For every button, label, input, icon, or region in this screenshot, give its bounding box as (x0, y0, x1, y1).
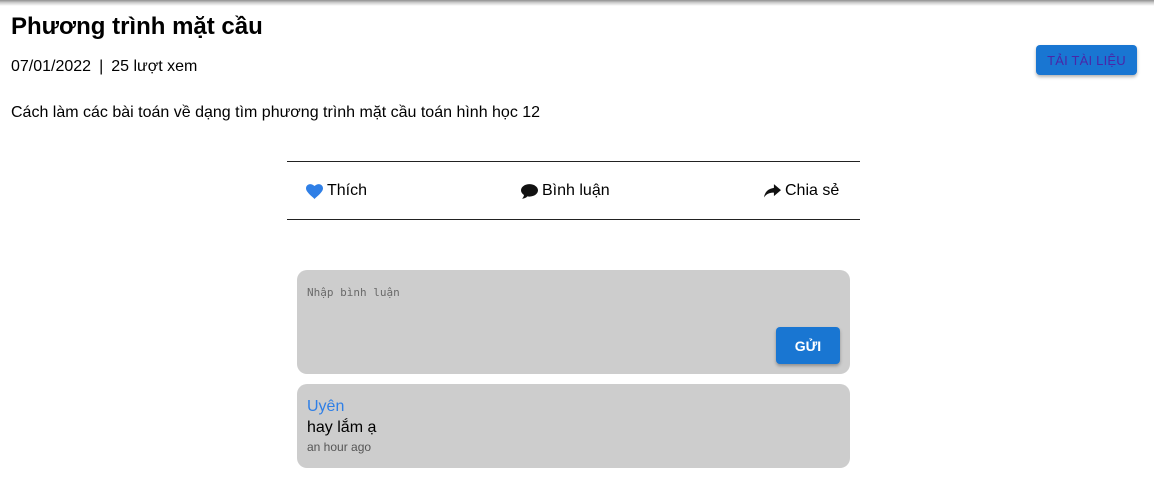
top-shadow (0, 0, 1154, 6)
share-button[interactable]: Chia sẻ (764, 181, 839, 201)
comment-input[interactable] (307, 282, 767, 302)
send-comment-button[interactable]: GỬI (776, 327, 840, 364)
heart-icon (306, 183, 323, 199)
comment-text: hay lắm ạ (307, 419, 377, 436)
meta-separator: | (99, 58, 104, 75)
comment-button[interactable]: Bình luận (521, 181, 610, 201)
document-description: Cách làm các bài toán về dạng tìm phương… (11, 104, 541, 121)
like-button[interactable]: Thích (306, 181, 367, 201)
view-count: 25 lượt xem (111, 58, 198, 75)
comment-timestamp: an hour ago (307, 440, 372, 454)
download-document-button[interactable]: TẢI TÀI LIỆU (1036, 45, 1137, 75)
comment-form: GỬI (297, 270, 850, 374)
like-label: Thích (327, 182, 368, 199)
speech-bubble-icon (521, 183, 538, 199)
share-label: Chia sẻ (785, 182, 840, 199)
page-title: Phương trình mặt cầu (11, 13, 263, 40)
publish-date: 07/01/2022 (11, 58, 92, 75)
document-meta: 07/01/2022 | 25 lượt xem (11, 57, 197, 77)
comment-author[interactable]: Uyên (307, 397, 344, 417)
comment-label: Bình luận (542, 182, 610, 199)
share-arrow-icon (764, 183, 781, 198)
comment-item: Uyên hay lắm ạ an hour ago (297, 384, 850, 468)
action-bar: Thích Bình luận Chia sẻ (287, 161, 860, 220)
